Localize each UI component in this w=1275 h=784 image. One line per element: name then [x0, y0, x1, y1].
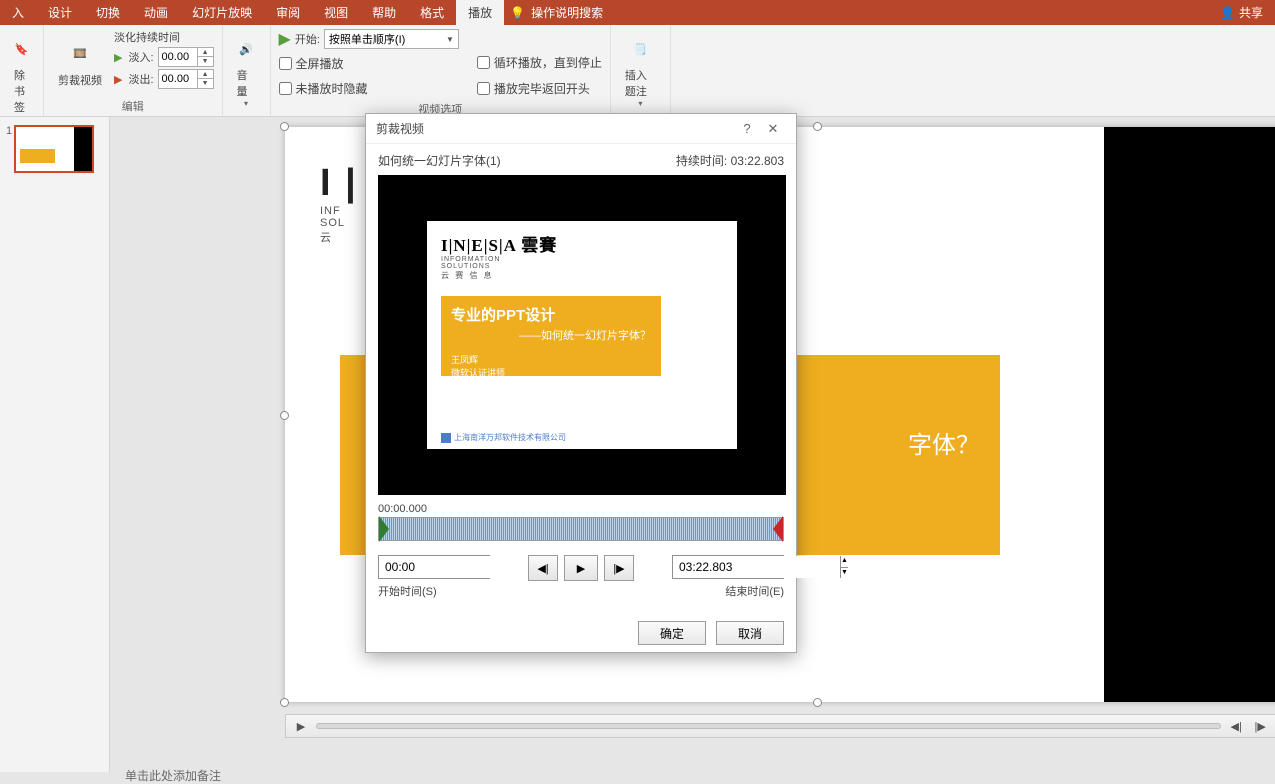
current-time-label: 00:00.000	[378, 503, 784, 515]
start-label: 开始:	[295, 31, 320, 47]
slide-thumbnail-pane[interactable]: 1	[0, 117, 110, 772]
player-step-back-button[interactable]: ◀|	[1227, 720, 1245, 733]
spin-down[interactable]: ▼	[198, 79, 213, 88]
fullscreen-checkbox[interactable]: 全屏播放	[279, 53, 459, 74]
volume-icon: 🔊	[230, 33, 262, 65]
fade-out-input[interactable]	[159, 73, 197, 85]
dialog-duration: 持续时间: 03:22.803	[676, 152, 784, 169]
preview-logo: I|N|E|S|A 雲賽	[441, 231, 557, 256]
ok-button[interactable]: 确定	[638, 621, 706, 645]
fade-in-input[interactable]	[159, 51, 197, 63]
edit-group-label: 编辑	[52, 96, 214, 116]
dialog-close-button[interactable]: ✕	[760, 121, 786, 137]
tell-me-search[interactable]: 操作说明搜索	[531, 0, 615, 25]
player-play-button[interactable]: ▶	[292, 720, 310, 733]
preview-play-button[interactable]: ▶	[564, 555, 598, 581]
rewind-checkbox[interactable]: 播放完毕返回开头	[477, 77, 602, 99]
chevron-down-icon: ▼	[446, 35, 454, 44]
remove-bookmark-button[interactable]: 🔖 除书签	[8, 29, 35, 119]
tab-format[interactable]: 格式	[408, 0, 456, 25]
hide-not-playing-checkbox[interactable]: 未播放时隐藏	[279, 78, 459, 99]
play-icon: ▶	[279, 29, 291, 49]
preview-title-block: 专业的PPT设计 ——如何统一幻灯片字体？ 王凤辉 微软认证讲师	[441, 296, 661, 376]
tab-help[interactable]: 帮助	[360, 0, 408, 25]
player-step-fwd-button[interactable]: |▶	[1251, 720, 1269, 733]
cancel-button[interactable]: 取消	[716, 621, 784, 645]
fade-out-icon: ▶	[114, 73, 122, 86]
ribbon: 🔖 除书签 🎞️ 剪裁视频 淡化持续时间 ▶ 淡入: ▲▼	[0, 25, 1275, 117]
end-time-input[interactable]	[673, 556, 840, 578]
spin-up[interactable]: ▲	[198, 70, 213, 79]
dialog-video-name: 如何统一幻灯片字体(1)	[378, 152, 501, 169]
ribbon-tabs: 入 设计 切换 动画 幻灯片放映 审阅 视图 帮助 格式 播放 💡 操作说明搜索…	[0, 0, 1275, 25]
video-player-bar: ▶ ◀| |▶ 00:00.00 🔊	[285, 714, 1275, 738]
tab-insert[interactable]: 入	[0, 0, 36, 25]
frame-forward-button[interactable]: |▶	[604, 555, 634, 581]
volume-button[interactable]: 🔊 音量 ▾	[231, 29, 262, 112]
fade-out-label: 淡出:	[128, 71, 153, 87]
bookmark-remove-icon: 🔖	[6, 33, 38, 65]
preview-footer: 上海南洋万邦软件技术有限公司	[441, 432, 566, 443]
start-time-field[interactable]: ▲▼	[378, 555, 490, 579]
end-time-field[interactable]: ▲▼	[672, 555, 784, 579]
tab-slideshow[interactable]: 幻灯片放映	[180, 0, 264, 25]
start-time-label: 开始时间(S)	[378, 583, 490, 599]
thumb-number: 1	[6, 125, 12, 173]
loop-checkbox[interactable]: 循环播放，直到停止	[477, 51, 602, 73]
trim-video-dialog: 剪裁视频 ? ✕ 如何统一幻灯片字体(1) 持续时间: 03:22.803 I|…	[365, 113, 797, 653]
tab-design[interactable]: 设计	[36, 0, 84, 25]
start-dropdown[interactable]: 按照单击顺序(I)▼	[324, 29, 459, 49]
fade-in-spinner[interactable]: ▲▼	[158, 47, 214, 67]
notes-placeholder[interactable]: 单击此处添加备注	[125, 767, 221, 784]
spin-up[interactable]: ▲	[841, 556, 848, 568]
fade-duration-label: 淡化持续时间	[114, 29, 214, 45]
tab-view[interactable]: 视图	[312, 0, 360, 25]
trim-preview: I|N|E|S|A 雲賽 INFORMATION SOLUTIONS 云 赛 信…	[378, 175, 786, 495]
slide-question-text: 字体？	[908, 425, 980, 460]
tab-playback[interactable]: 播放	[456, 0, 504, 25]
spin-down[interactable]: ▼	[198, 57, 213, 66]
fade-in-icon: ▶	[114, 51, 122, 64]
end-time-label: 结束时间(E)	[672, 583, 784, 599]
trim-icon: 🎞️	[64, 38, 96, 70]
trim-end-marker[interactable]	[773, 516, 783, 542]
trim-timeline[interactable]	[378, 517, 784, 541]
trim-video-button[interactable]: 🎞️ 剪裁视频	[52, 29, 108, 96]
player-seek-track[interactable]	[316, 723, 1221, 729]
dialog-title: 剪裁视频	[376, 120, 424, 137]
dialog-help-button[interactable]: ?	[734, 121, 760, 136]
tab-animations[interactable]: 动画	[132, 0, 180, 25]
tab-transitions[interactable]: 切换	[84, 0, 132, 25]
fade-in-label: 淡入:	[128, 49, 153, 65]
caption-icon: 🗒️	[624, 33, 656, 65]
spin-down[interactable]: ▼	[841, 568, 848, 579]
fade-out-spinner[interactable]: ▲▼	[158, 69, 214, 89]
spin-up[interactable]: ▲	[198, 48, 213, 57]
insert-caption-button[interactable]: 🗒️ 插入题注 ▾	[619, 29, 662, 112]
start-time-input[interactable]	[379, 556, 546, 578]
share-button[interactable]: 👤共享	[1208, 0, 1275, 25]
frame-back-button[interactable]: ◀|	[528, 555, 558, 581]
tab-review[interactable]: 审阅	[264, 0, 312, 25]
trim-start-marker[interactable]	[379, 516, 389, 542]
slide-thumbnail-1[interactable]	[14, 125, 94, 173]
lightbulb-icon: 💡	[510, 6, 525, 20]
